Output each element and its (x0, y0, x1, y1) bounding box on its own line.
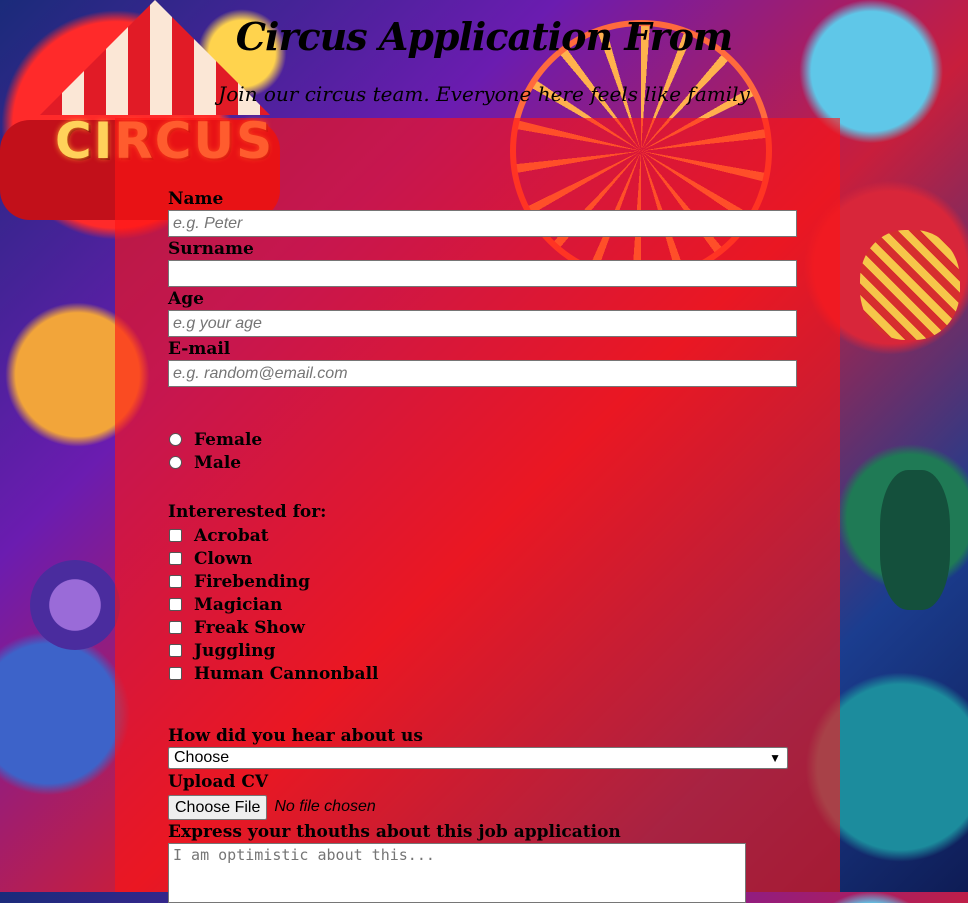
referral-selected-value: Choose (174, 749, 230, 766)
name-label: Name (168, 189, 224, 209)
checkbox[interactable] (169, 552, 182, 565)
interest-option-label: Magician (194, 594, 283, 615)
checkbox[interactable] (169, 529, 182, 542)
interest-option-label: Freak Show (194, 617, 305, 638)
interest-option-label: Acrobat (194, 525, 269, 546)
referral-select[interactable]: Choose ▼ (168, 747, 788, 769)
application-form-panel: Name Surname Age E-mail Female Male Inte… (115, 118, 840, 903)
application-form: Name Surname Age E-mail Female Male Inte… (168, 188, 798, 903)
choose-file-button[interactable]: Choose File (168, 794, 268, 820)
checkbox[interactable] (169, 575, 182, 588)
interest-option-magician[interactable]: Magician (168, 593, 798, 616)
surname-field-group: Surname (168, 238, 798, 287)
surname-input[interactable] (168, 260, 797, 287)
thoughts-label: Express your thouths about this job appl… (168, 822, 621, 842)
interest-option-clown[interactable]: Clown (168, 547, 798, 570)
background-decoration (860, 230, 960, 340)
interest-option-firebending[interactable]: Firebending (168, 570, 798, 593)
page-title: Circus Application From (235, 14, 733, 59)
checkbox[interactable] (169, 667, 182, 680)
age-field-group: Age (168, 288, 798, 337)
name-field-group: Name (168, 188, 798, 237)
email-field-group: E-mail (168, 338, 798, 387)
referral-label: How did you hear about us (168, 726, 423, 746)
interest-option-label: Firebending (194, 571, 310, 592)
gender-option-label: Female (194, 429, 263, 450)
interests-label: Intererested for: (168, 502, 327, 522)
background-decoration (30, 560, 120, 650)
background-decoration (880, 470, 950, 610)
chevron-down-icon: ▼ (769, 751, 781, 765)
file-status-text: No file chosen (274, 798, 376, 815)
interest-option-juggling[interactable]: Juggling (168, 639, 798, 662)
interest-option-label: Clown (194, 548, 253, 569)
email-input[interactable] (168, 360, 797, 387)
thoughts-textarea[interactable]: I am optimistic about this... (168, 843, 746, 903)
surname-label: Surname (168, 239, 254, 259)
page-subtitle: Join our circus team. Everyone here feel… (218, 82, 750, 106)
radio-button[interactable] (169, 456, 182, 469)
checkbox[interactable] (169, 598, 182, 611)
cv-label: Upload CV (168, 772, 269, 792)
interest-option-label: Juggling (194, 640, 276, 661)
checkbox[interactable] (169, 621, 182, 634)
age-input[interactable] (168, 310, 797, 337)
radio-button[interactable] (169, 433, 182, 446)
cv-file-input: Choose File No file chosen (168, 793, 798, 821)
name-input[interactable] (168, 210, 797, 237)
checkbox[interactable] (169, 644, 182, 657)
email-label: E-mail (168, 339, 231, 359)
age-label: Age (168, 289, 204, 309)
gender-option-male[interactable]: Male (168, 451, 798, 474)
gender-option-label: Male (194, 452, 242, 473)
gender-option-female[interactable]: Female (168, 428, 798, 451)
interest-option-freak-show[interactable]: Freak Show (168, 616, 798, 639)
interest-option-acrobat[interactable]: Acrobat (168, 524, 798, 547)
interest-option-label: Human Cannonball (194, 663, 379, 684)
interest-option-human-cannonball[interactable]: Human Cannonball (168, 662, 798, 685)
